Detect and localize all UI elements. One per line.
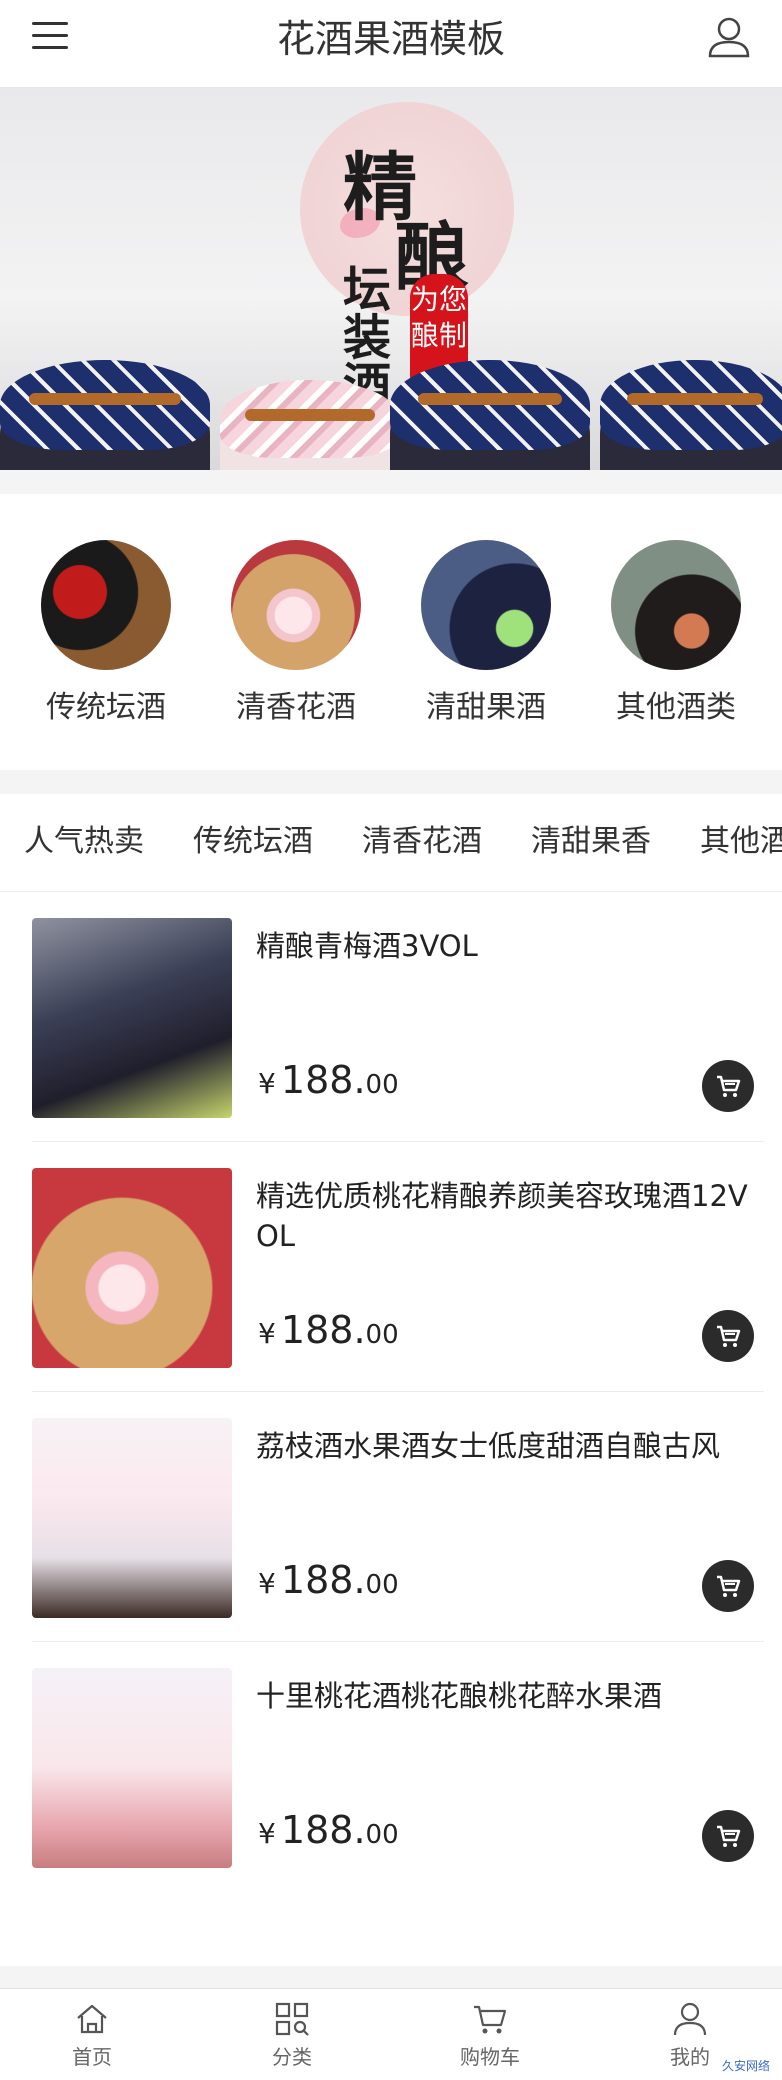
product-price: ¥ 188.00 [258, 1058, 399, 1102]
category-image [421, 540, 551, 670]
list-item[interactable]: 精选优质桃花精酿养颜美容玫瑰酒12VOL ¥ 188.00 [32, 1142, 764, 1392]
tab-flower[interactable]: 清香花酒 [362, 822, 482, 862]
nav-label: 分类 [272, 2045, 312, 2069]
product-price: ¥ 188.00 [258, 1558, 399, 1602]
user-icon [670, 1999, 710, 2039]
category-image [231, 540, 361, 670]
wine-jar-image [220, 380, 400, 470]
category-label: 其他酒类 [616, 690, 736, 725]
price-integer: 188. [280, 1808, 366, 1852]
watermark: 久安网络 [717, 2055, 774, 2076]
category-item[interactable]: 其他酒类 [586, 540, 766, 728]
tab-hot[interactable]: 人气热卖 [24, 822, 144, 862]
add-to-cart-button[interactable] [702, 1060, 754, 1112]
wine-jar-image [600, 360, 782, 470]
category-label: 清香花酒 [236, 690, 356, 725]
category-item[interactable]: 传统坛酒 [16, 540, 196, 728]
product-image[interactable] [32, 1668, 232, 1868]
add-to-cart-button[interactable] [702, 1560, 754, 1612]
bottom-navigation: 首页 分类 购物车 我的 久安网络 [0, 1988, 782, 2080]
product-tabs: 人气热卖 传统坛酒 清香花酒 清甜果香 其他酒 [0, 794, 782, 892]
user-icon[interactable] [704, 12, 754, 62]
price-integer: 188. [280, 1058, 366, 1102]
product-image[interactable] [32, 1168, 232, 1368]
nav-home[interactable]: 首页 [32, 1999, 152, 2069]
category-item[interactable]: 清甜果酒 [396, 540, 576, 728]
category-grid: 传统坛酒 清香花酒 清甜果酒 其他酒类 [0, 494, 782, 770]
price-integer: 188. [280, 1558, 366, 1602]
list-item[interactable]: 荔枝酒水果酒女士低度甜酒自酿古风 ¥ 188.00 [32, 1392, 764, 1642]
price-currency: ¥ [258, 1317, 276, 1350]
price-currency: ¥ [258, 1067, 276, 1100]
product-name[interactable]: 十里桃花酒桃花酿桃花醉水果酒 [256, 1676, 766, 1716]
product-price: ¥ 188.00 [258, 1308, 399, 1352]
cart-icon [470, 1999, 510, 2039]
product-list: 精酿青梅酒3VOL ¥ 188.00 精选优质桃花精酿养颜美容玫瑰酒12VOL … [0, 892, 782, 1966]
tab-fruit[interactable]: 清甜果香 [531, 822, 651, 862]
price-decimal: 00 [365, 1320, 399, 1350]
list-item[interactable]: 十里桃花酒桃花酿桃花醉水果酒 ¥ 188.00 [32, 1642, 764, 1892]
product-image[interactable] [32, 918, 232, 1118]
wine-jar-image [0, 360, 210, 470]
add-to-cart-button[interactable] [702, 1810, 754, 1862]
price-decimal: 00 [365, 1820, 399, 1850]
tab-traditional[interactable]: 传统坛酒 [193, 822, 313, 862]
category-label: 清甜果酒 [426, 690, 546, 725]
app-header: 花酒果酒模板 [0, 0, 782, 88]
product-image[interactable] [32, 1418, 232, 1618]
product-name[interactable]: 精酿青梅酒3VOL [256, 926, 766, 966]
cart-icon [717, 1325, 741, 1347]
product-name[interactable]: 精选优质桃花精酿养颜美容玫瑰酒12VOL [256, 1176, 766, 1256]
tab-other[interactable]: 其他酒 [700, 822, 782, 862]
category-image [611, 540, 741, 670]
nav-category[interactable]: 分类 [232, 1999, 352, 2069]
nav-label: 首页 [72, 2045, 112, 2069]
add-to-cart-button[interactable] [702, 1310, 754, 1362]
product-name[interactable]: 荔枝酒水果酒女士低度甜酒自酿古风 [256, 1426, 766, 1466]
category-image [41, 540, 171, 670]
category-item[interactable]: 清香花酒 [206, 540, 386, 728]
hero-banner[interactable]: 精 酿 坛 装 酒 为您酿制 [0, 88, 782, 470]
nav-label: 购物车 [460, 2045, 520, 2069]
list-item[interactable]: 精酿青梅酒3VOL ¥ 188.00 [32, 892, 764, 1142]
price-decimal: 00 [365, 1070, 399, 1100]
cart-icon [717, 1075, 741, 1097]
category-icon [272, 1999, 312, 2039]
product-price: ¥ 188.00 [258, 1808, 399, 1852]
cart-icon [717, 1825, 741, 1847]
wine-jar-image [390, 360, 590, 470]
price-integer: 188. [280, 1308, 366, 1352]
category-label: 传统坛酒 [46, 690, 166, 725]
price-decimal: 00 [365, 1570, 399, 1600]
nav-cart[interactable]: 购物车 [430, 1999, 550, 2069]
page-title: 花酒果酒模板 [276, 17, 505, 61]
cart-icon [717, 1575, 741, 1597]
home-icon [72, 1999, 112, 2039]
price-currency: ¥ [258, 1817, 276, 1850]
price-currency: ¥ [258, 1567, 276, 1600]
